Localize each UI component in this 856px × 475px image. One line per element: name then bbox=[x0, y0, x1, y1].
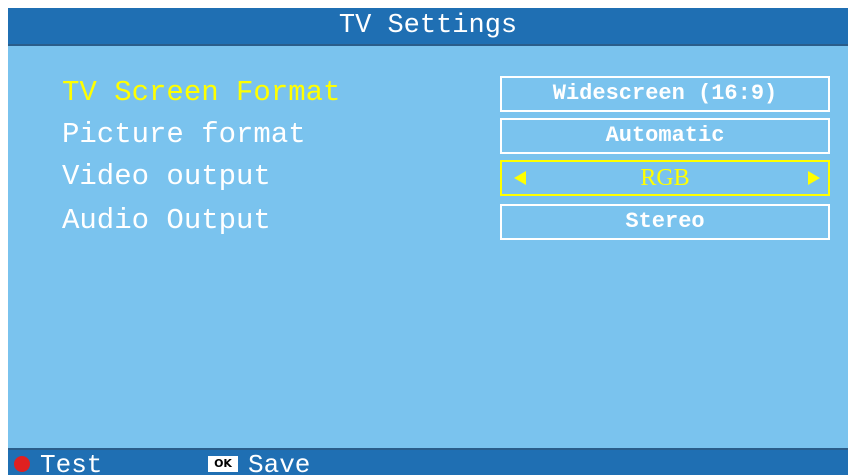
setting-value-tv-screen-format[interactable]: Widescreen (16:9) bbox=[500, 76, 830, 112]
footer-test-label: Test bbox=[40, 450, 103, 475]
setting-value-audio-output[interactable]: Stereo bbox=[500, 204, 830, 240]
setting-value-video-output[interactable]: RGB bbox=[500, 160, 830, 196]
footer-save-label: Save bbox=[248, 450, 311, 475]
right-arrow-icon[interactable] bbox=[808, 171, 820, 185]
tv-settings-screen: TV Settings TV Screen Format Widescreen … bbox=[8, 8, 848, 475]
setting-row-audio-output[interactable]: Audio Output Stereo bbox=[8, 204, 848, 240]
setting-value-video-output-text: RGB bbox=[640, 165, 690, 191]
left-arrow-icon[interactable] bbox=[514, 171, 526, 185]
setting-label-video-output: Video output bbox=[62, 160, 271, 193]
setting-row-tv-screen-format[interactable]: TV Screen Format Widescreen (16:9) bbox=[8, 76, 848, 112]
setting-label-audio-output: Audio Output bbox=[62, 204, 271, 237]
ok-key-icon: OK bbox=[208, 456, 238, 472]
page-title: TV Settings bbox=[8, 8, 848, 46]
setting-label-tv-screen-format: TV Screen Format bbox=[62, 76, 341, 109]
setting-value-picture-format[interactable]: Automatic bbox=[500, 118, 830, 154]
setting-row-picture-format[interactable]: Picture format Automatic bbox=[8, 118, 848, 154]
red-button-icon bbox=[14, 456, 30, 472]
setting-label-picture-format: Picture format bbox=[62, 118, 306, 151]
footer-bar: Test OK Save bbox=[8, 448, 848, 475]
setting-row-video-output[interactable]: Video output RGB bbox=[8, 160, 848, 196]
